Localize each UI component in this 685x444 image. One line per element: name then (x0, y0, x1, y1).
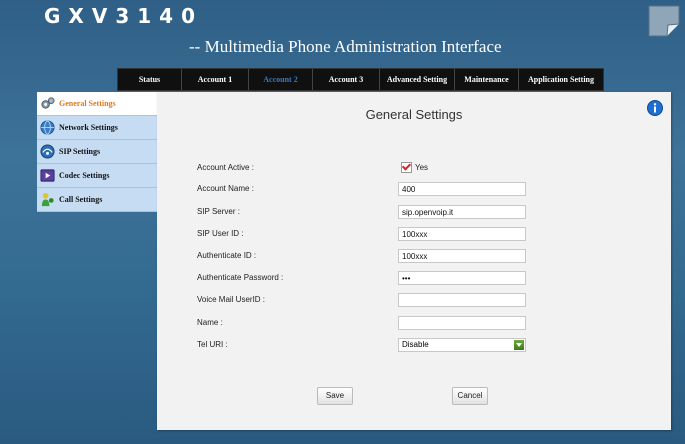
voice-mail-userid-input[interactable] (398, 293, 526, 307)
sidebar-item-general-settings[interactable]: General Settings (37, 92, 157, 116)
field-label: Authenticate Password : (197, 273, 284, 282)
field-row-sip-user-id: SIP User ID : (197, 227, 667, 241)
field-label: SIP Server : (197, 207, 240, 216)
info-icon[interactable] (647, 100, 663, 116)
tab-account-3[interactable]: Account 3 (313, 69, 380, 90)
field-label: Voice Mail UserID : (197, 295, 266, 304)
globe-icon (40, 120, 55, 135)
account-active-option-label: Yes (415, 163, 429, 172)
name-input[interactable] (398, 316, 526, 330)
sidebar-item-call-settings[interactable]: Call Settings (37, 188, 157, 212)
sidebar: General Settings Network Settings SIP Se… (37, 92, 157, 212)
authenticate-password-input[interactable] (398, 271, 526, 285)
account-active-row: Account Active : Yes (197, 161, 667, 175)
field-row-tel-uri: Tel URI : Disable (197, 338, 667, 352)
tab-account-1[interactable]: Account 1 (182, 69, 249, 90)
sidebar-item-label: Codec Settings (59, 171, 110, 180)
field-label: Authenticate ID : (197, 251, 257, 260)
brand-title: GXV3140 (44, 4, 203, 28)
page-curl-icon (648, 5, 680, 37)
sip-user-id-input[interactable] (398, 227, 526, 241)
media-icon (40, 169, 55, 182)
tab-account-2[interactable]: Account 2 (249, 69, 313, 90)
account-active-checkbox[interactable] (401, 162, 412, 173)
tel-uri-selected-value: Disable (402, 340, 429, 349)
sip-server-input[interactable] (398, 205, 526, 219)
network-icon (40, 144, 55, 159)
field-row-voice-mail-userid: Voice Mail UserID : (197, 293, 667, 307)
field-row-sip-server: SIP Server : (197, 205, 667, 219)
gear-icon (41, 97, 55, 109)
tab-advanced-setting[interactable]: Advanced Setting (380, 69, 455, 90)
account-name-input[interactable] (398, 182, 526, 196)
authenticate-id-input[interactable] (398, 249, 526, 263)
account-active-option[interactable]: Yes (401, 162, 428, 173)
field-label: Tel URI : (197, 340, 228, 349)
sidebar-item-label: General Settings (59, 99, 116, 108)
page-subtitle: -- Multimedia Phone Administration Inter… (189, 37, 502, 56)
chevron-down-icon[interactable] (514, 340, 524, 350)
sidebar-item-sip-settings[interactable]: SIP Settings (37, 140, 157, 164)
save-button[interactable]: Save (317, 387, 353, 405)
field-label: SIP User ID : (197, 229, 244, 238)
tel-uri-select[interactable]: Disable (398, 338, 526, 352)
sidebar-item-codec-settings[interactable]: Codec Settings (37, 164, 157, 188)
panel-title: General Settings (365, 107, 463, 122)
tab-maintenance[interactable]: Maintenance (455, 69, 519, 90)
field-label: Account Name : (197, 184, 254, 193)
tab-application-setting[interactable]: Application Setting (519, 69, 603, 90)
field-row-account-name: Account Name : (197, 182, 667, 196)
sidebar-item-network-settings[interactable]: Network Settings (37, 116, 157, 140)
field-label: Name : (197, 318, 223, 327)
top-nav: Status Account 1 Account 2 Account 3 Adv… (117, 68, 604, 91)
sidebar-item-label: SIP Settings (59, 147, 101, 156)
phone-icon (41, 192, 54, 207)
sidebar-item-label: Call Settings (59, 195, 103, 204)
cancel-button[interactable]: Cancel (452, 387, 488, 405)
field-row-authenticate-password: Authenticate Password : (197, 271, 667, 285)
settings-panel: General Settings Account Active : Yes Ac… (157, 92, 671, 430)
account-active-label: Account Active : (197, 163, 254, 172)
field-row-authenticate-id: Authenticate ID : (197, 249, 667, 263)
sidebar-item-label: Network Settings (59, 123, 118, 132)
field-row-name: Name : (197, 316, 667, 330)
tab-status[interactable]: Status (118, 69, 182, 90)
